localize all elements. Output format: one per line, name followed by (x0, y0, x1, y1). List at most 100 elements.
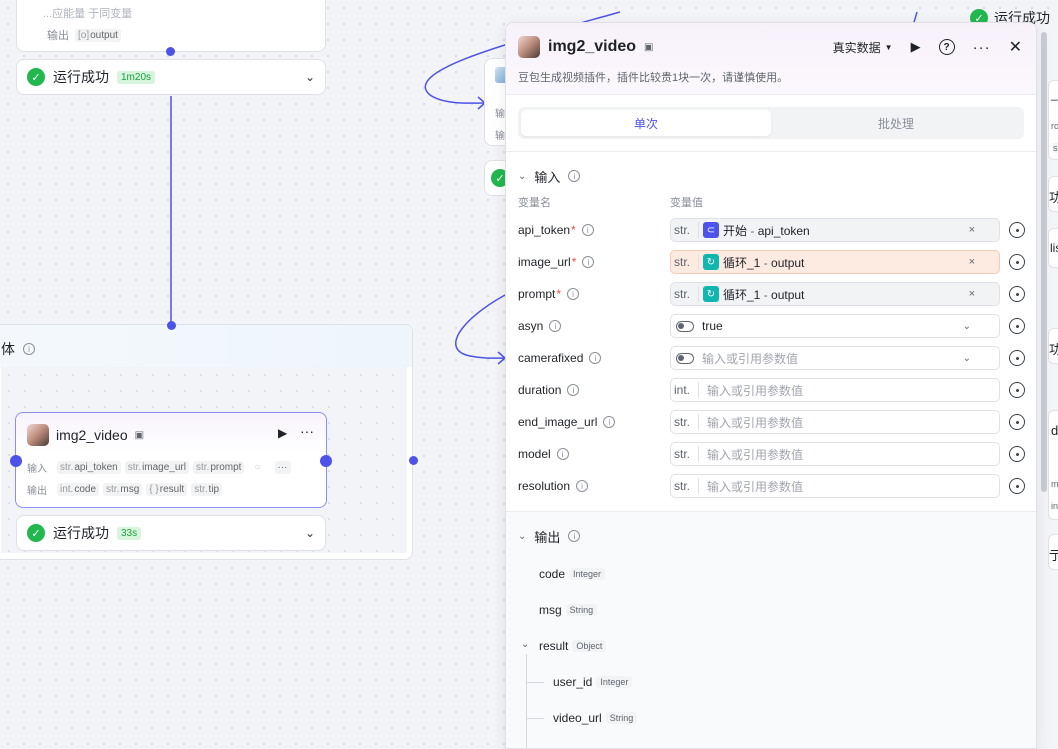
frag-text: d (1051, 423, 1058, 438)
right-node-f[interactable]: 亍 (1048, 534, 1058, 570)
chevron-down-icon[interactable]: ⌄ (521, 639, 529, 650)
right-node-b[interactable]: 功 (1048, 176, 1058, 212)
img2-node-status[interactable]: ✓ 运行成功 33s ⌄ (16, 515, 326, 551)
variable-picker-icon[interactable] (1009, 382, 1025, 398)
tab-batch[interactable]: 批处理 (771, 110, 1021, 136)
param-value-ref[interactable]: str. ↻ 循环_1 - output × (670, 282, 1025, 306)
chevron-down-icon[interactable]: ⌄ (305, 526, 315, 540)
output-item: msg String (539, 603, 598, 617)
frag-text: s (1053, 143, 1058, 153)
output-name: video_url (553, 711, 602, 725)
output-item: user_id Integer (553, 675, 633, 689)
output-tag: int.code (57, 483, 100, 496)
variable-picker-icon[interactable] (1009, 446, 1025, 462)
variable-picker-icon[interactable] (1009, 414, 1025, 430)
close-icon[interactable]: ✕ (1009, 37, 1022, 57)
tree-line (526, 718, 544, 719)
img2-video-node[interactable]: img2_video ▣ ▶ ··· 输入 str.api_token str.… (15, 412, 327, 508)
param-name: resolution (518, 479, 571, 493)
top-node[interactable]: ...应能量 于同变量 输出 [o]output (16, 0, 326, 52)
help-icon[interactable]: ? (938, 39, 955, 55)
right-node-c[interactable]: lis (1048, 228, 1058, 268)
param-name: api_token (518, 223, 571, 237)
boolean-toggle[interactable] (676, 352, 694, 364)
caret-down-icon: ▼ (884, 42, 893, 52)
input-section-header[interactable]: ⌄ 输入 i (518, 166, 1024, 186)
variable-picker-icon[interactable] (1009, 222, 1025, 238)
right-node-d[interactable]: 功 (1048, 328, 1058, 364)
param-placeholder: 输入或引用参数值 (707, 383, 804, 398)
frag-text: 亍 (1049, 548, 1058, 563)
run-node-icon[interactable]: ▶ (278, 426, 287, 440)
param-row: asyn i true ⌄ (518, 310, 1025, 342)
value-type: str. (674, 479, 691, 493)
start-node-icon: ⊂ (703, 222, 719, 238)
param-value-ref[interactable]: str. ⊂ 开始 - api_token × (670, 218, 1025, 242)
output-type: String (605, 712, 638, 724)
right-node-e[interactable]: d m in (1048, 410, 1058, 520)
frag-text: 功 (1049, 190, 1058, 205)
param-value-input[interactable]: str. 输入或引用参数值 (670, 442, 1025, 466)
param-placeholder: 输入或引用参数值 (707, 415, 804, 430)
data-mode-select[interactable]: 真实数据 ▼ (833, 39, 893, 56)
output-section-header[interactable]: ⌄ 输出 i (518, 526, 581, 546)
param-row: model i str. 输入或引用参数值 (518, 438, 1025, 470)
more-icon[interactable]: ··· (973, 39, 991, 56)
loop-node-icon: ↻ (703, 286, 719, 302)
output-name: code (539, 567, 566, 581)
param-name: end_image_url (518, 415, 598, 429)
loop-body-in-port[interactable] (167, 321, 176, 330)
more-inputs-button[interactable]: ··· (274, 461, 291, 474)
param-value: true (702, 319, 723, 333)
variable-picker-icon[interactable] (1009, 350, 1025, 366)
variable-picker-icon[interactable] (1009, 478, 1025, 494)
value-type: str. (674, 223, 691, 237)
input-tag: str.image_url (124, 461, 189, 474)
tab-single[interactable]: 单次 (521, 110, 771, 136)
param-value-input[interactable]: str. 输入或引用参数值 (670, 474, 1025, 498)
time-badge: 33s (117, 526, 142, 540)
info-icon: i (589, 352, 602, 364)
boolean-toggle[interactable] (676, 320, 694, 332)
output-type: Integer (596, 676, 633, 688)
clear-icon[interactable]: × (969, 256, 975, 268)
top-node-out-port[interactable] (166, 47, 175, 56)
output-name: result (539, 639, 569, 653)
clear-icon[interactable]: × (969, 288, 975, 300)
param-value-toggle[interactable]: true ⌄ (670, 314, 1025, 338)
info-icon: i (23, 343, 35, 355)
col-value-header: 变量值 (670, 197, 703, 209)
param-value-input[interactable]: str. 输入或引用参数值 (670, 410, 1025, 434)
ref-var-name: api_token (757, 223, 810, 238)
variable-picker-icon[interactable] (1009, 318, 1025, 334)
panel-scrollbar[interactable] (1041, 32, 1047, 492)
chevron-down-icon: ⌄ (518, 530, 527, 542)
chevron-down-icon[interactable]: ⌄ (963, 321, 971, 332)
output-section-title: 输出 (534, 529, 561, 545)
clear-icon[interactable]: × (969, 224, 975, 236)
variable-picker-icon[interactable] (1009, 254, 1025, 270)
more-icon[interactable]: ··· (300, 423, 314, 439)
info-icon: i (567, 288, 580, 300)
top-node-status[interactable]: ✓ 运行成功 1m20s ⌄ (16, 59, 326, 95)
output-label: 输出 (27, 486, 47, 497)
status-text: 运行成功 (53, 69, 109, 85)
img2-node-in-port[interactable] (10, 455, 22, 467)
img2-node-out-port[interactable] (320, 455, 332, 467)
success-check-icon: ✓ (27, 68, 45, 86)
param-row: duration i int. 输入或引用参数值 (518, 374, 1025, 406)
param-value-toggle[interactable]: 输入或引用参数值 ⌄ (670, 346, 1025, 370)
input-tag: str.api_token (57, 461, 121, 474)
chevron-down-icon: ⌄ (518, 170, 527, 182)
chevron-down-icon[interactable]: ⌄ (963, 353, 971, 364)
info-icon: i (581, 224, 594, 236)
param-value-input[interactable]: int. 输入或引用参数值 (670, 378, 1025, 402)
more-inputs-icon: ○ (254, 462, 261, 473)
chevron-down-icon[interactable]: ⌄ (305, 70, 315, 84)
right-node-a[interactable]: _b ro s (1048, 80, 1058, 160)
mid-node-input-label: 输 (495, 109, 505, 120)
variable-picker-icon[interactable] (1009, 286, 1025, 302)
param-value-ref[interactable]: str. ↻ 循环_1 - output × (670, 250, 1025, 274)
run-icon[interactable]: ▶ (911, 39, 921, 55)
loop-body-out-port[interactable] (409, 456, 418, 465)
